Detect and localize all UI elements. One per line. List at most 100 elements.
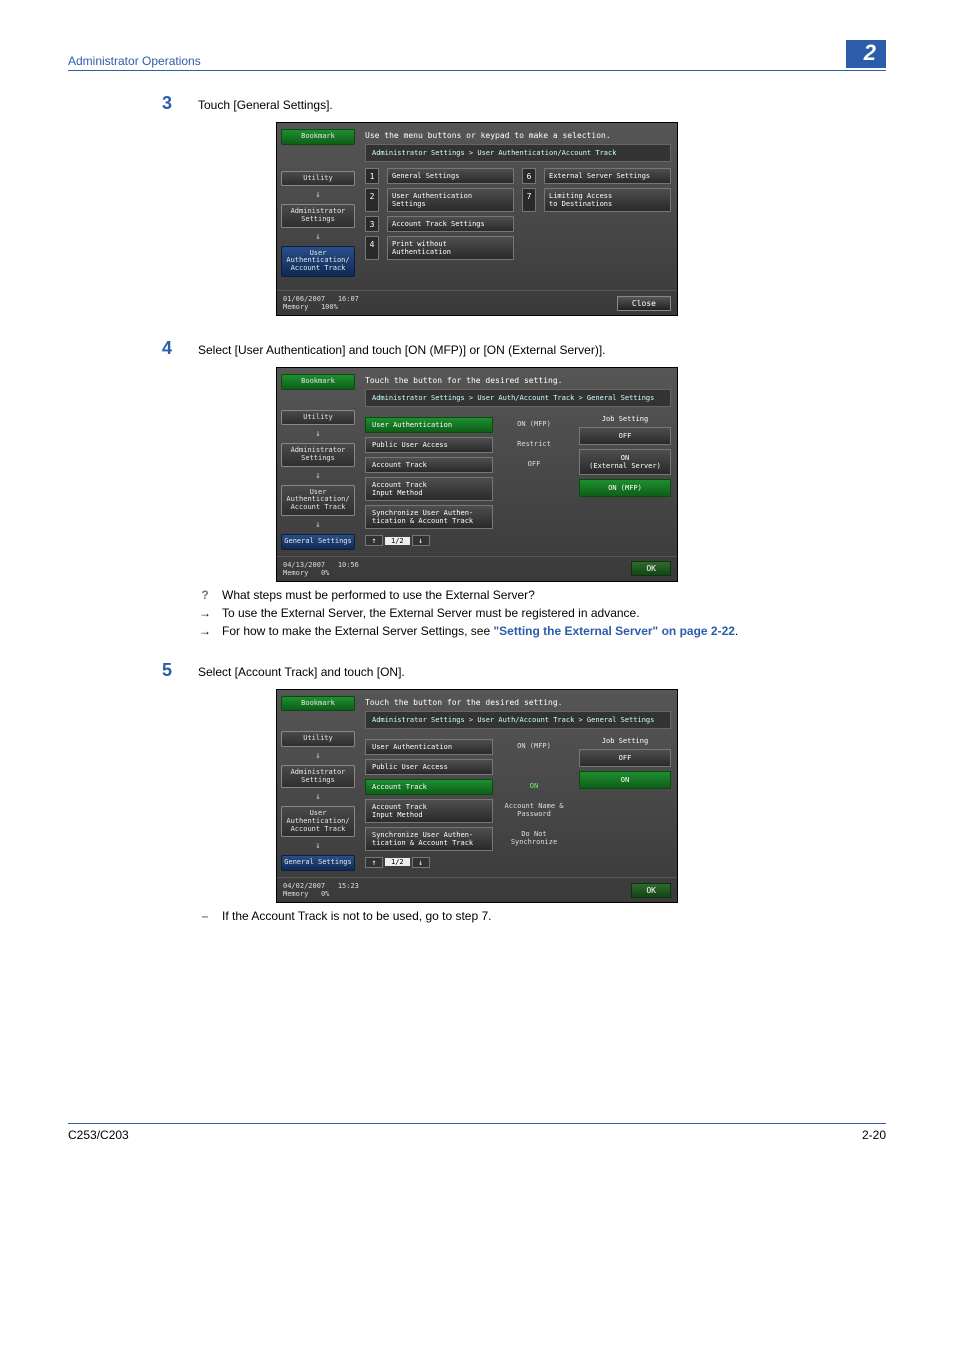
page-indicator: 1/2 xyxy=(385,858,410,866)
ok-button[interactable]: OK xyxy=(631,561,671,576)
page-up-button[interactable]: ↑ xyxy=(365,857,383,868)
admin-settings-button[interactable]: Administrator Settings xyxy=(281,443,355,466)
account-track-value: OFF xyxy=(497,457,571,473)
public-user-access-row[interactable]: Public User Access xyxy=(365,759,493,775)
footer-page-number: 2-20 xyxy=(862,1128,886,1142)
step-number: 4 xyxy=(162,338,198,359)
page-footer: C253/C203 2-20 xyxy=(68,1123,886,1142)
general-settings-button[interactable]: General Settings xyxy=(387,168,514,184)
external-server-setting-link[interactable]: "Setting the External Server" on page 2-… xyxy=(493,624,734,638)
arrow-right-icon: → xyxy=(198,624,212,638)
screenshot-user-authentication: Bookmark Utility ↓ Administrator Setting… xyxy=(276,367,678,582)
utility-button[interactable]: Utility xyxy=(281,410,355,426)
admin-settings-button[interactable]: Administrator Settings xyxy=(281,765,355,788)
chevron-down-icon: ↓ xyxy=(281,190,355,200)
empty-value xyxy=(497,505,571,529)
step-text: Select [Account Track] and touch [ON]. xyxy=(198,665,405,679)
account-track-row[interactable]: Account Track xyxy=(365,779,493,795)
bookmark-button[interactable]: Bookmark xyxy=(281,129,355,145)
chapter-badge: 2 xyxy=(846,40,886,68)
user-auth-account-track-button[interactable]: User Authentication/ Account Track xyxy=(281,485,355,516)
menu-index-4: 4 xyxy=(365,236,379,260)
status-memory-label: Memory xyxy=(283,890,308,898)
page-header: Administrator Operations 2 xyxy=(68,40,886,71)
chevron-down-icon: ↓ xyxy=(281,520,355,530)
menu-index-3: 3 xyxy=(365,216,379,232)
status-info: 01/06/2007 16:07 Memory 100% xyxy=(283,295,359,311)
question-icon: ? xyxy=(198,588,212,602)
screenshot-account-track: Bookmark Utility ↓ Administrator Setting… xyxy=(276,689,678,904)
chevron-down-icon: ↓ xyxy=(281,471,355,481)
sync-user-auth-account-row[interactable]: Synchronize User Authen- tication & Acco… xyxy=(365,827,493,851)
external-server-settings-button[interactable]: External Server Settings xyxy=(544,168,671,184)
user-auth-account-track-button[interactable]: User Authentication/ Account Track xyxy=(281,806,355,837)
admin-settings-button[interactable]: Administrator Settings xyxy=(281,204,355,227)
status-time: 15:23 xyxy=(338,882,359,890)
step-text: Touch [General Settings]. xyxy=(198,98,333,112)
answer-note-1: → To use the External Server, the Extern… xyxy=(198,606,886,620)
account-track-input-method-row[interactable]: Account Track Input Method xyxy=(365,477,493,501)
bookmark-button[interactable]: Bookmark xyxy=(281,696,355,712)
sync-user-auth-account-row[interactable]: Synchronize User Authen- tication & Acco… xyxy=(365,505,493,529)
answer-text: To use the External Server, the External… xyxy=(222,606,640,620)
dash-icon: – xyxy=(198,909,212,923)
chevron-down-icon: ↓ xyxy=(281,232,355,242)
subnote-text: If the Account Track is not to be used, … xyxy=(222,909,492,923)
prompt-text: Use the menu buttons or keypad to make a… xyxy=(365,131,671,140)
account-track-settings-button[interactable]: Account Track Settings xyxy=(387,216,514,232)
status-date: 04/13/2007 xyxy=(283,561,325,569)
screenshot-general-settings-menu: Bookmark Utility ↓ Administrator Setting… xyxy=(276,122,678,316)
close-button[interactable]: Close xyxy=(617,296,671,311)
answer-text: For how to make the External Server Sett… xyxy=(222,624,738,638)
user-auth-settings-button[interactable]: User Authentication Settings xyxy=(387,188,514,212)
general-settings-crumb-button[interactable]: General Settings xyxy=(281,534,355,550)
note-suffix: . xyxy=(735,624,738,638)
utility-button[interactable]: Utility xyxy=(281,731,355,747)
on-option-button[interactable]: ON xyxy=(579,771,671,789)
account-track-input-method-row[interactable]: Account Track Input Method xyxy=(365,799,493,823)
job-setting-label: Job Setting xyxy=(579,415,671,423)
page-down-button[interactable]: ↓ xyxy=(412,857,430,868)
status-memory-label: Memory xyxy=(283,303,308,311)
general-settings-crumb-button[interactable]: General Settings xyxy=(281,855,355,871)
off-option-button[interactable]: OFF xyxy=(579,427,671,445)
on-mfp-option-button[interactable]: ON (MFP) xyxy=(579,479,671,497)
public-user-access-row[interactable]: Public User Access xyxy=(365,437,493,453)
utility-button[interactable]: Utility xyxy=(281,171,355,187)
menu-index-6: 6 xyxy=(522,168,536,184)
public-user-access-value xyxy=(497,759,571,775)
breadcrumb: Administrator Settings > User Authentica… xyxy=(365,144,671,162)
step-number: 3 xyxy=(162,93,198,114)
status-memory-value: 100% xyxy=(321,303,338,311)
status-info: 04/13/2007 10:56 Memory 0% xyxy=(283,561,359,577)
step-3: 3 Touch [General Settings]. xyxy=(162,93,886,114)
on-external-server-option-button[interactable]: ON (External Server) xyxy=(579,449,671,475)
menu-index-2: 2 xyxy=(365,188,379,212)
page-up-button[interactable]: ↑ xyxy=(365,535,383,546)
chevron-down-icon: ↓ xyxy=(281,792,355,802)
step-5-subnote: – If the Account Track is not to be used… xyxy=(198,909,886,923)
question-note: ? What steps must be performed to use th… xyxy=(198,588,886,602)
account-track-row[interactable]: Account Track xyxy=(365,457,493,473)
chevron-down-icon: ↓ xyxy=(281,841,355,851)
limiting-access-button[interactable]: Limiting Access to Destinations xyxy=(544,188,671,212)
print-without-auth-button[interactable]: Print without Authentication xyxy=(387,236,514,260)
bookmark-button[interactable]: Bookmark xyxy=(281,374,355,390)
user-authentication-row[interactable]: User Authentication xyxy=(365,739,493,755)
answer-note-2: → For how to make the External Server Se… xyxy=(198,624,886,638)
status-info: 04/02/2007 15:23 Memory 0% xyxy=(283,882,359,898)
account-track-input-method-value: Account Name & Password xyxy=(497,799,571,823)
off-option-button[interactable]: OFF xyxy=(579,749,671,767)
user-authentication-row[interactable]: User Authentication xyxy=(365,417,493,433)
public-user-access-value: Restrict xyxy=(497,437,571,453)
header-title: Administrator Operations xyxy=(68,54,201,68)
user-authentication-value: ON (MFP) xyxy=(497,739,571,755)
menu-index-7: 7 xyxy=(522,188,536,212)
ok-button[interactable]: OK xyxy=(631,883,671,898)
breadcrumb: Administrator Settings > User Auth/Accou… xyxy=(365,389,671,407)
status-memory-label: Memory xyxy=(283,569,308,577)
step-number: 5 xyxy=(162,660,198,681)
user-auth-account-track-button[interactable]: User Authentication/ Account Track xyxy=(281,246,355,277)
footer-model: C253/C203 xyxy=(68,1128,129,1142)
page-down-button[interactable]: ↓ xyxy=(412,535,430,546)
